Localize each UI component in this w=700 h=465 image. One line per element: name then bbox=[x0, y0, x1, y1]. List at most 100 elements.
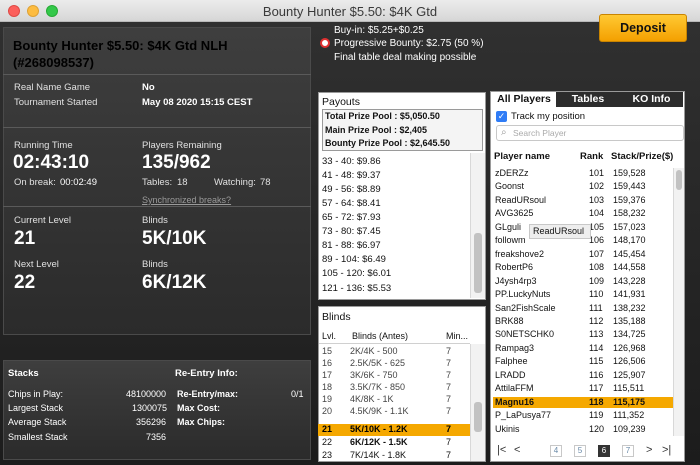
final-table-text: Final table deal making possible bbox=[334, 52, 477, 63]
synchronized-breaks-link[interactable]: Synchronized breaks? bbox=[142, 195, 231, 205]
blind-min: 7 bbox=[446, 437, 452, 447]
tables-label: Tables: bbox=[142, 177, 173, 188]
next-page-icon[interactable]: > bbox=[646, 444, 652, 456]
break-value: 00:02:49 bbox=[60, 177, 97, 188]
reentry-value: 0/1 bbox=[291, 389, 304, 399]
stacks-value: 356296 bbox=[136, 417, 167, 427]
search-player-input[interactable]: ⌕ Search Player bbox=[496, 125, 684, 141]
page-button[interactable]: 5 bbox=[574, 445, 586, 457]
player-row[interactable]: AVG3625 104 158,232 bbox=[493, 208, 673, 220]
started-value: May 08 2020 15:15 CEST bbox=[142, 97, 253, 108]
track-position-checkbox[interactable]: ✓ bbox=[496, 111, 507, 122]
page-button-current[interactable]: 6 bbox=[598, 445, 610, 457]
blind-min: 7 bbox=[446, 394, 452, 404]
player-name: P_LaPusya77 bbox=[495, 410, 552, 421]
blind-level: 23 bbox=[322, 450, 333, 460]
player-row[interactable]: Rampag3 114 126,968 bbox=[493, 343, 673, 355]
player-stack: 125,907 bbox=[613, 369, 646, 380]
blind-level: 18 bbox=[322, 382, 333, 392]
blinds-col-blinds: Blinds (Antes) bbox=[352, 331, 409, 341]
blinds-scrollbar[interactable] bbox=[470, 344, 485, 461]
blind-amount: 2K/4K - 500 bbox=[350, 346, 398, 356]
blind-amount: 5K/10K - 1.2K bbox=[350, 424, 408, 434]
player-stack: 111,352 bbox=[613, 410, 645, 421]
players-remaining-value: 135/962 bbox=[142, 152, 211, 173]
player-row[interactable]: BRK88 112 135,188 bbox=[493, 316, 673, 328]
player-rank: 118 bbox=[589, 396, 604, 407]
prev-page-icon[interactable]: < bbox=[514, 444, 520, 456]
player-name: AttilaFFM bbox=[495, 383, 534, 394]
player-name: LRADD bbox=[495, 369, 526, 380]
player-rank: 117 bbox=[589, 383, 604, 394]
player-row[interactable]: Goonst 102 159,443 bbox=[493, 181, 673, 193]
players-tab-bar: All Players Tables KO Info bbox=[492, 92, 683, 107]
blind-min: 7 bbox=[446, 450, 452, 460]
blind-level-row: 19 4K/8K - 1K 7 bbox=[318, 394, 470, 406]
page-button[interactable]: 4 bbox=[550, 445, 562, 457]
payout-row: 33 - 40: $9.86 bbox=[322, 156, 381, 167]
player-row[interactable]: RobertP6 108 144,558 bbox=[493, 262, 673, 274]
player-name: RobertP6 bbox=[495, 262, 534, 273]
payout-row: 89 - 104: $6.49 bbox=[322, 254, 386, 265]
blind-min: 7 bbox=[446, 406, 452, 416]
col-rank[interactable]: Rank bbox=[580, 151, 603, 162]
player-name: Magnu16 bbox=[495, 396, 535, 407]
page-button[interactable]: 7 bbox=[622, 445, 634, 457]
deposit-button[interactable]: Deposit bbox=[599, 14, 687, 42]
player-row[interactable]: S0NETSCHK0 113 134,725 bbox=[493, 329, 673, 341]
player-stack: 134,725 bbox=[613, 329, 646, 340]
player-row[interactable]: PP.LuckyNuts 110 141,931 bbox=[493, 289, 673, 301]
col-player-name[interactable]: Player name bbox=[494, 151, 550, 162]
player-stack: 148,170 bbox=[613, 235, 646, 246]
payouts-scroll-thumb[interactable] bbox=[474, 233, 482, 293]
bounty-icon bbox=[320, 38, 330, 48]
player-row[interactable]: Falphee 115 126,506 bbox=[493, 356, 673, 368]
player-rank: 104 bbox=[589, 208, 605, 219]
blind-amount: 3.5K/7K - 850 bbox=[350, 382, 406, 392]
main-prize-pool: Main Prize Pool : $2,405 bbox=[325, 124, 428, 135]
players-scroll-thumb[interactable] bbox=[676, 170, 682, 190]
current-level-value: 21 bbox=[14, 228, 36, 249]
tab-ko-info[interactable]: KO Info bbox=[620, 92, 683, 107]
player-row[interactable]: Ukinis 120 109,239 bbox=[493, 424, 673, 436]
blinds-scroll-thumb[interactable] bbox=[474, 402, 482, 432]
player-rank: 112 bbox=[589, 315, 604, 326]
player-row[interactable]: LRADD 116 125,907 bbox=[493, 370, 673, 382]
next-blinds-value: 6K/12K bbox=[142, 272, 207, 293]
payouts-scrollbar[interactable] bbox=[470, 153, 485, 298]
blind-amount: 4.5K/9K - 1.1K bbox=[350, 406, 409, 416]
watching-value: 78 bbox=[260, 177, 271, 188]
blind-min: 7 bbox=[446, 424, 452, 434]
last-page-icon[interactable]: >| bbox=[662, 444, 671, 456]
player-rank: 111 bbox=[589, 302, 603, 313]
blind-level-row-next: 22 6K/12K - 1.5K 7 bbox=[318, 437, 470, 449]
player-name: AVG3625 bbox=[495, 208, 534, 219]
player-name: Rampag3 bbox=[495, 342, 535, 353]
player-row[interactable]: P_LaPusya77 119 111,352 bbox=[493, 410, 673, 422]
player-row[interactable]: AttilaFFM 117 115,511 bbox=[493, 383, 673, 395]
payout-row: 121 - 136: $5.53 bbox=[322, 283, 392, 294]
players-remaining-label: Players Remaining bbox=[142, 140, 222, 151]
player-row[interactable]: ReadURsoul 103 159,376 bbox=[493, 195, 673, 207]
player-row-highlighted[interactable]: Magnu16 118 115,175 bbox=[493, 396, 673, 409]
current-blinds-value: 5K/10K bbox=[142, 228, 207, 249]
player-name: Goonst bbox=[495, 181, 525, 192]
player-name: J4ysh4rp3 bbox=[495, 275, 537, 286]
payout-row: 81 - 88: $6.97 bbox=[322, 240, 381, 251]
player-row[interactable]: zDERZz 101 159,528 bbox=[493, 168, 673, 180]
first-page-icon[interactable]: |< bbox=[497, 444, 506, 456]
col-stack[interactable]: Stack/Prize($) bbox=[611, 151, 673, 162]
blind-level-row: 23 7K/14K - 1.8K 7 bbox=[318, 450, 470, 462]
stacks-value: 7356 bbox=[146, 432, 167, 442]
player-row[interactable]: San2FishScale 111 138,232 bbox=[493, 303, 673, 315]
players-scrollbar[interactable] bbox=[673, 168, 684, 436]
search-placeholder: Search Player bbox=[513, 128, 567, 138]
player-row[interactable]: J4ysh4rp3 109 143,228 bbox=[493, 276, 673, 288]
player-row[interactable]: freakshove2 107 145,454 bbox=[493, 249, 673, 261]
tab-all-players[interactable]: All Players bbox=[492, 92, 556, 107]
tab-tables[interactable]: Tables bbox=[556, 92, 620, 107]
player-rank: 116 bbox=[589, 369, 604, 380]
stacks-label: Chips in Play: bbox=[8, 389, 64, 399]
search-icon: ⌕ bbox=[501, 127, 507, 138]
stacks-value: 1300075 bbox=[132, 403, 168, 413]
